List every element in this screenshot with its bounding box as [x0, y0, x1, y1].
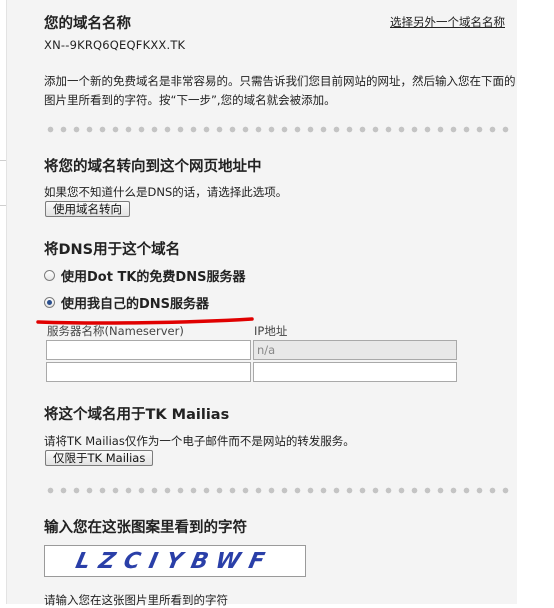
captcha-image: LZCIYBWF: [44, 545, 306, 577]
ip-column-header: IP地址: [254, 324, 288, 338]
captcha-section-title: 输入您在这张图案里看到的字符: [44, 520, 247, 536]
radio-button-checked-icon[interactable]: [44, 297, 55, 308]
domain-name-title: 您的域名名称: [44, 16, 131, 32]
domain-description: 添加一个新的免费域名是非常容易的。只需告诉我们您目前网站的网址，然后输入您在下面…: [44, 74, 516, 107]
captcha-text: LZCIYBWF: [73, 548, 277, 574]
tk-mailias-button[interactable]: 仅限于TK Mailias: [45, 450, 154, 466]
radio-dot-tk-dns[interactable]: 使用Dot TK的免费DNS服务器: [44, 266, 245, 285]
forward-section-title: 将您的域名转向到这个网页地址中: [44, 159, 262, 175]
radio-dot-tk-dns-label: 使用Dot TK的免费DNS服务器: [61, 270, 246, 285]
forward-section-note: 如果您不知道什么是DNS的话，请选择此选项。: [44, 185, 288, 199]
radio-button-icon[interactable]: [44, 270, 55, 281]
use-forwarding-button[interactable]: 使用域名转向: [45, 201, 130, 217]
mailias-section-title: 将这个域名用于TK Mailias: [44, 407, 230, 423]
mailias-section-note: 请将TK Mailias仅作为一个电子邮件而不是网站的转发服务。: [44, 434, 355, 448]
section-divider: [44, 126, 514, 133]
nameserver-input-2[interactable]: [46, 362, 251, 382]
nameserver-input-1[interactable]: [46, 340, 251, 360]
radio-own-dns[interactable]: 使用我自己的DNS服务器: [44, 293, 209, 312]
ip-input-2[interactable]: [253, 362, 457, 382]
section-divider: [44, 487, 514, 494]
nameserver-column-header: 服务器名称(Nameserver): [47, 324, 184, 338]
choose-other-domain-link[interactable]: 选择另外一个域名名称: [390, 14, 505, 30]
captcha-hint: 请输入您在这张图片里所看到的字符: [44, 593, 228, 607]
ip-input-1: [253, 340, 457, 360]
domain-name-value: XN--9KRQ6QEQFKXX.TK: [44, 38, 186, 52]
radio-own-dns-label: 使用我自己的DNS服务器: [61, 297, 210, 312]
dns-section-title: 将DNS用于这个域名: [44, 242, 181, 258]
